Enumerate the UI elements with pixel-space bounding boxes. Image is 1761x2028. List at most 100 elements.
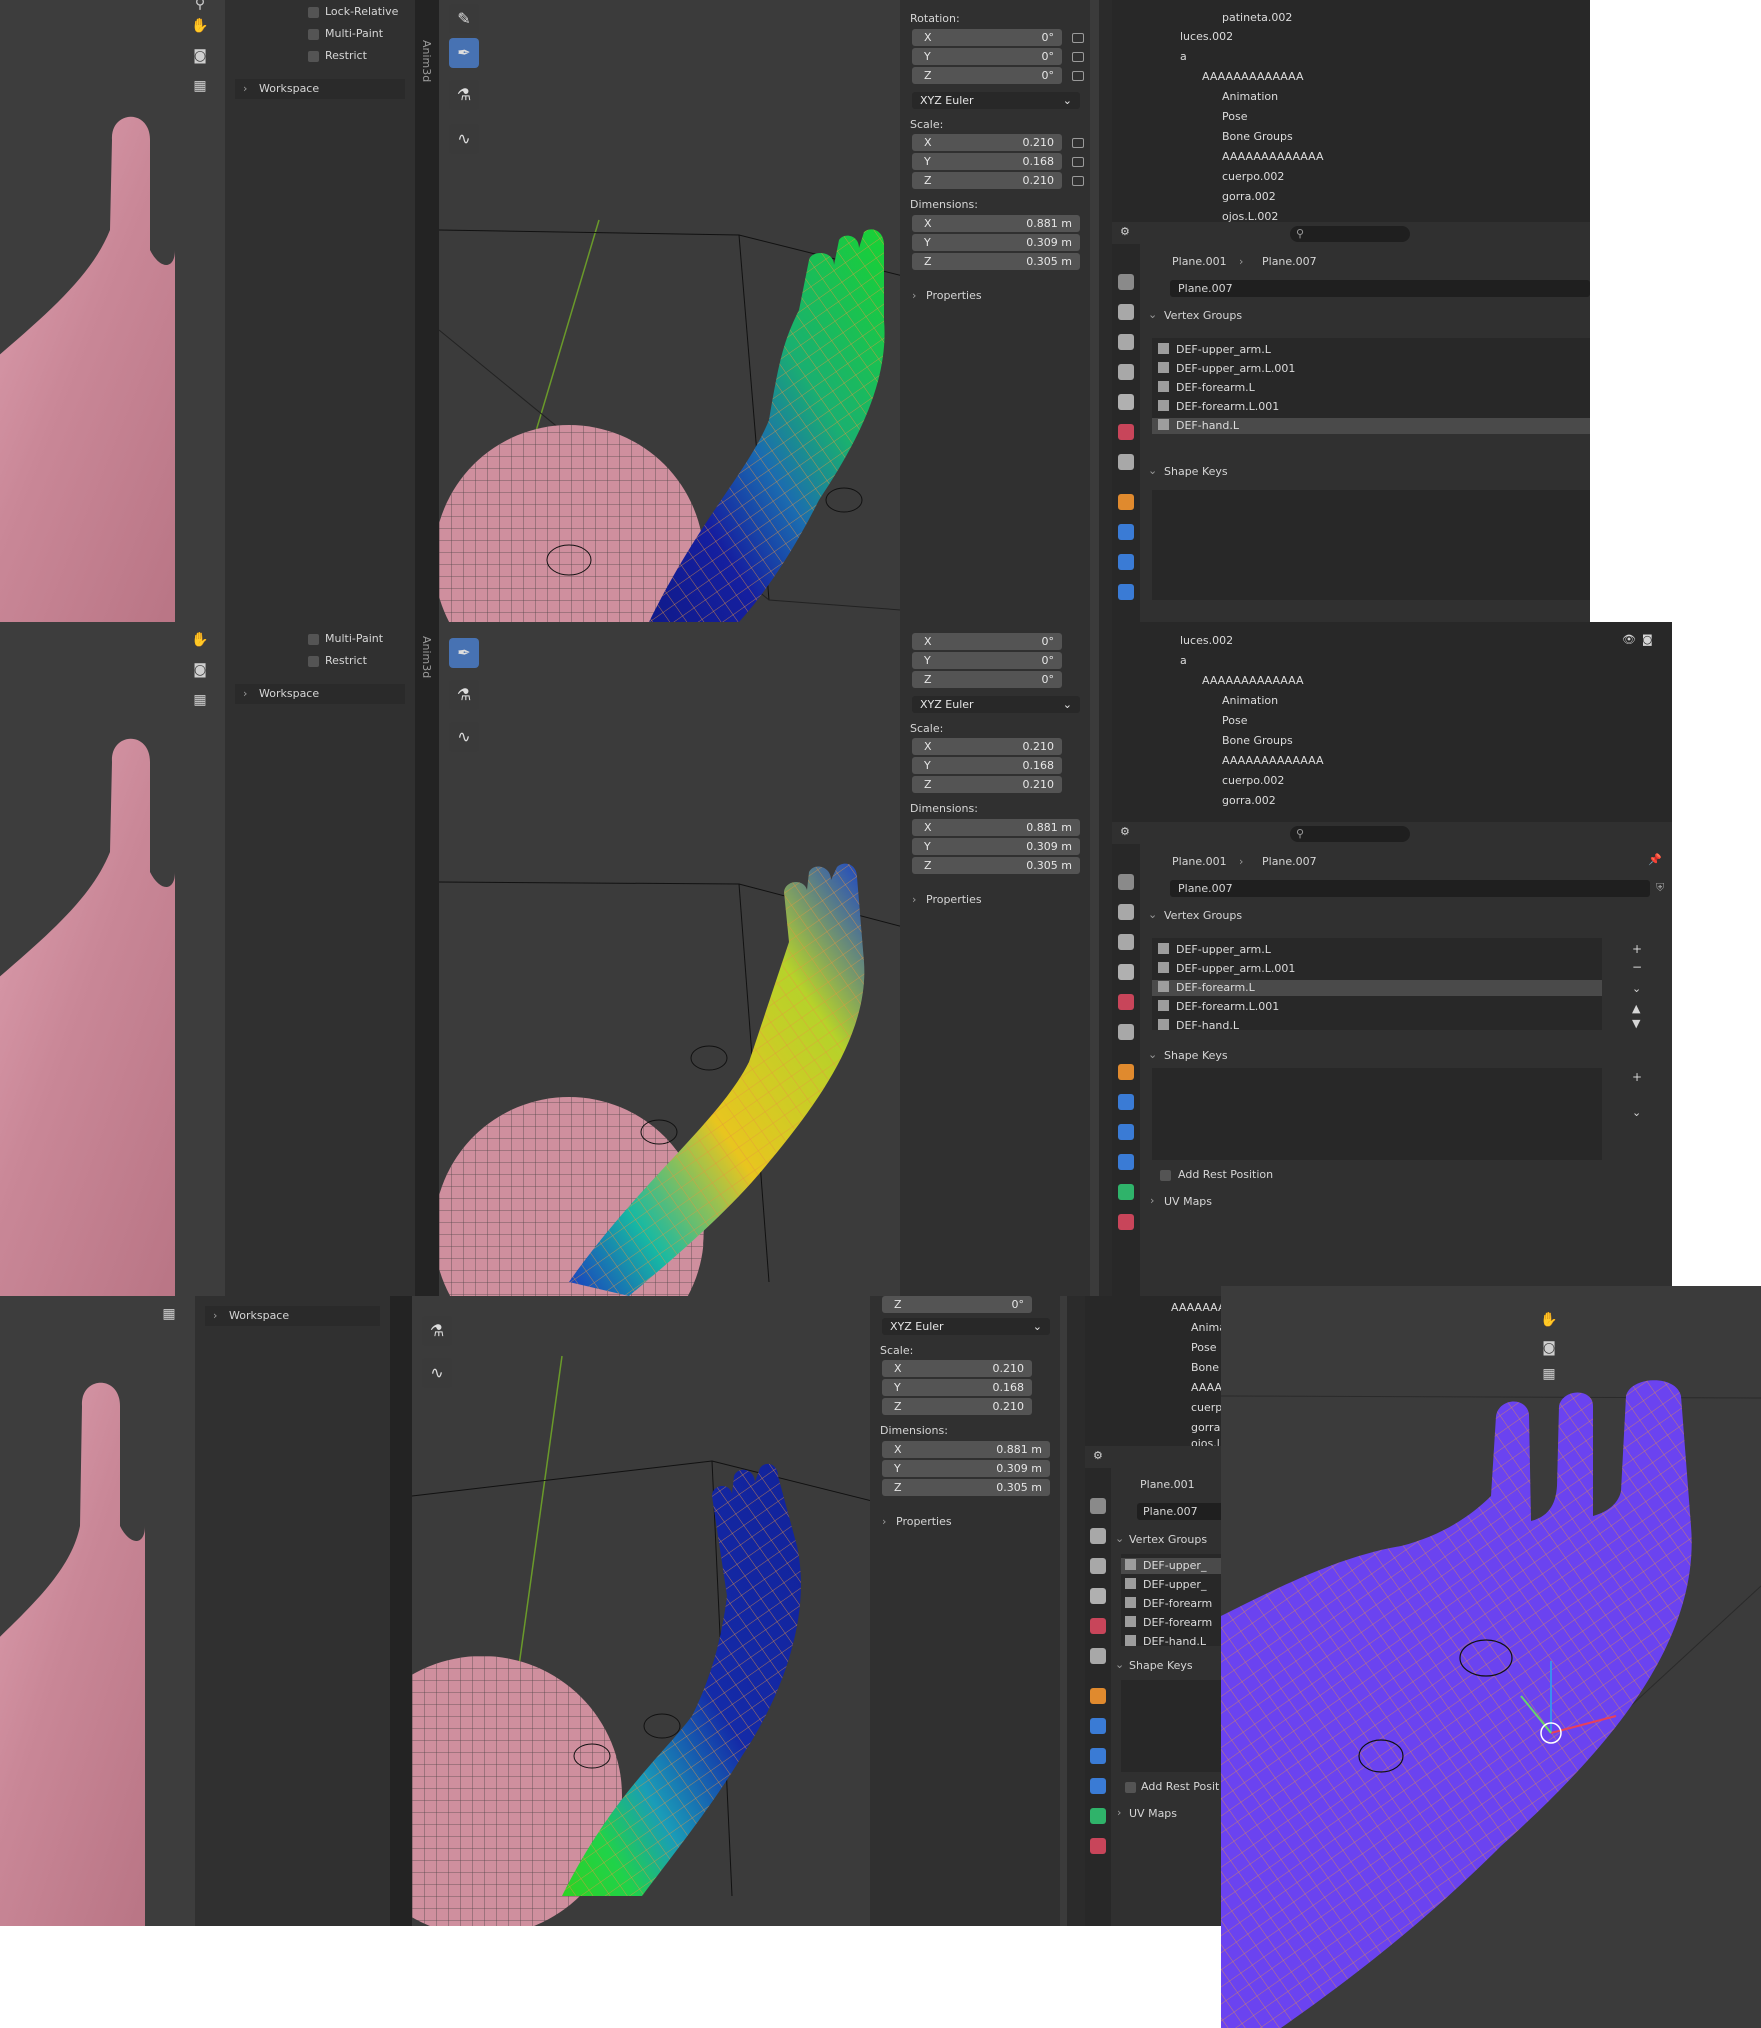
vertex-group-row[interactable]: DEF-hand.L (1125, 1634, 1206, 1650)
vertex-group-row[interactable]: DEF-upper_arm.L (1158, 942, 1271, 958)
vertex-groups-header[interactable]: ⌄ Vertex Groups (1148, 306, 1588, 326)
group-specials-menu[interactable]: ⌄ (1632, 982, 1641, 995)
vertex-group-row[interactable]: DEF-upper_ (1125, 1577, 1206, 1593)
outliner-row-bone-groups[interactable]: Bone (1191, 1360, 1219, 1375)
rotation-z-field[interactable]: Z 0° (882, 1296, 1032, 1313)
shape-keys-list[interactable] (1121, 1680, 1230, 1772)
lock-icon[interactable] (1072, 176, 1084, 186)
pin-icon[interactable]: 📌 (1648, 853, 1662, 866)
collection-tab-icon[interactable] (1090, 1648, 1106, 1664)
output-tab-icon[interactable] (1090, 1558, 1106, 1574)
outliner-row-pose[interactable]: Pose (1222, 713, 1247, 728)
object-tab-icon[interactable] (1118, 494, 1134, 510)
vertex-group-row[interactable]: DEF-forearm.L.001 (1158, 399, 1279, 415)
scene-tab-icon[interactable] (1118, 394, 1134, 410)
vertex-group-row-selected[interactable]: DEF-hand.L (1152, 418, 1590, 434)
scale-z-field[interactable]: Z 0.210 (912, 776, 1062, 793)
outliner-row-animation[interactable]: Animation (1222, 89, 1278, 104)
outliner-row-ojos[interactable]: ojos.l (1191, 1436, 1220, 1446)
editor-type-icon[interactable]: ⚙ (1120, 825, 1130, 838)
draw-tool[interactable]: ✒ (449, 38, 479, 68)
shape-keys-list[interactable] (1152, 1068, 1602, 1160)
world-tab-icon[interactable] (1118, 994, 1134, 1010)
scale-z-field[interactable]: Z 0.210 (912, 172, 1062, 189)
scale-x-field[interactable]: X 0.210 (882, 1360, 1032, 1377)
modifier-tab-icon[interactable] (1118, 1094, 1134, 1110)
outliner-row-armature-data[interactable]: AAAAAAAAAAAAA (1222, 149, 1324, 164)
dimension-x-field[interactable]: X 0.881 m (912, 819, 1080, 836)
paint-brush-tool[interactable]: ✎ (449, 4, 479, 34)
scale-y-field[interactable]: Y 0.168 (912, 153, 1062, 170)
rotation-x-field[interactable]: X 0° (912, 633, 1062, 650)
particles-tab-icon[interactable] (1090, 1748, 1106, 1764)
scale-y-field[interactable]: Y 0.168 (912, 757, 1062, 774)
move-up-button[interactable]: ▲ (1632, 1002, 1640, 1015)
add-shape-key-button[interactable]: + (1632, 1070, 1642, 1084)
outliner-row-bone-groups[interactable]: Bone Groups (1222, 129, 1293, 144)
physics-tab-icon[interactable] (1118, 1154, 1134, 1170)
outliner-row-animation[interactable]: Animation (1222, 693, 1278, 708)
vertex-group-row[interactable]: DEF-hand.L (1158, 1018, 1239, 1034)
lock-icon[interactable] (1072, 138, 1084, 148)
viewport-solid[interactable] (0, 1296, 145, 1926)
properties-panel-header[interactable]: › Properties (910, 286, 1080, 306)
shape-keys-header[interactable]: ⌄ Shape Keys (1115, 1656, 1230, 1676)
collection-tab-icon[interactable] (1118, 1024, 1134, 1040)
outliner-row-a[interactable]: a (1180, 653, 1187, 668)
move-down-button[interactable]: ▼ (1632, 1017, 1640, 1030)
uv-maps-header[interactable]: › UV Maps (1148, 1192, 1668, 1212)
gradient-tool[interactable]: ∿ (449, 722, 479, 752)
vertex-groups-list[interactable]: DEF-upper_ DEF-upper_ DEF-forearm DEF-fo… (1121, 1554, 1230, 1648)
dimension-x-field[interactable]: X 0.881 m (882, 1441, 1050, 1458)
vertex-group-row[interactable]: DEF-forearm (1125, 1615, 1212, 1631)
outliner-row-pose[interactable]: Pose (1191, 1340, 1216, 1355)
screenshot-panel-4[interactable]: ✋ ◙ ▦ (1221, 1286, 1761, 2028)
render-tab-icon[interactable] (1118, 904, 1134, 920)
object-tab-icon[interactable] (1118, 1064, 1134, 1080)
physics-tab-icon[interactable] (1118, 584, 1134, 600)
vertex-group-row[interactable]: DEF-upper_arm.L (1158, 342, 1271, 358)
world-tab-icon[interactable] (1118, 424, 1134, 440)
hand-pan-icon[interactable]: ✋ (1539, 1310, 1559, 1330)
zoom-icon[interactable]: ⚲ (190, 0, 210, 14)
grid-icon[interactable]: ▦ (159, 1304, 179, 1324)
vertex-group-row[interactable]: DEF-forearm (1125, 1596, 1212, 1612)
vertex-group-row-selected[interactable]: DEF-forearm.L (1152, 980, 1602, 996)
properties-panel-header[interactable]: › Properties (910, 890, 1080, 910)
scale-x-field[interactable]: X 0.210 (912, 134, 1062, 151)
physics-tab-icon[interactable] (1090, 1778, 1106, 1794)
vertex-groups-header[interactable]: ⌄ Vertex Groups (1148, 906, 1668, 926)
modifier-tab-icon[interactable] (1090, 1718, 1106, 1734)
rotation-y-field[interactable]: Y 0° (912, 48, 1062, 65)
outliner-row-luces[interactable]: luces.002 (1180, 633, 1233, 648)
hand-pan-icon[interactable]: ✋ (190, 16, 210, 36)
grid-icon[interactable]: ▦ (190, 76, 210, 96)
output-tab-icon[interactable] (1118, 934, 1134, 950)
outliner-row-armature[interactable]: AAAAAAAAAAAAA (1202, 69, 1304, 84)
camera-icon[interactable]: ◙ (190, 660, 210, 680)
outliner-row-gorra[interactable]: gorra.002 (1222, 189, 1276, 204)
camera-icon[interactable]: ◙ (190, 46, 210, 66)
workspace-panel-header[interactable]: › Workspace (205, 1306, 380, 1326)
dimension-y-field[interactable]: Y 0.309 m (912, 838, 1080, 855)
tool-tab-icon[interactable] (1118, 874, 1134, 890)
dimension-z-field[interactable]: Z 0.305 m (882, 1479, 1050, 1496)
lock-icon[interactable] (1072, 157, 1084, 167)
fake-user-shield-icon[interactable]: ⛨ (1656, 881, 1664, 895)
material-tab-icon[interactable] (1090, 1838, 1106, 1854)
scene-tab-icon[interactable] (1090, 1588, 1106, 1604)
outliner-row-cuerpo[interactable]: cuerpo.002 (1222, 773, 1284, 788)
workspace-panel-header[interactable]: › Workspace (235, 79, 405, 99)
mesh-datablock-field[interactable]: Plane.007 (1170, 280, 1590, 297)
search-field[interactable]: ⚲ (1290, 826, 1410, 842)
outliner-row-cuerpo[interactable]: cuerpo.002 (1222, 169, 1284, 184)
outliner-row-pose[interactable]: Pose (1222, 109, 1247, 124)
gradient-tool[interactable]: ∿ (422, 1358, 452, 1388)
shape-key-specials-menu[interactable]: ⌄ (1632, 1106, 1641, 1119)
outliner-row-armature[interactable]: AAAAAAA (1171, 1300, 1226, 1315)
restrict-checkbox[interactable] (308, 51, 319, 62)
add-rest-position-checkbox[interactable] (1125, 1782, 1136, 1793)
dimension-x-field[interactable]: X 0.881 m (912, 215, 1080, 232)
sample-tool[interactable]: ⚗ (422, 1316, 452, 1346)
properties-panel-header[interactable]: › Properties (880, 1512, 1050, 1532)
